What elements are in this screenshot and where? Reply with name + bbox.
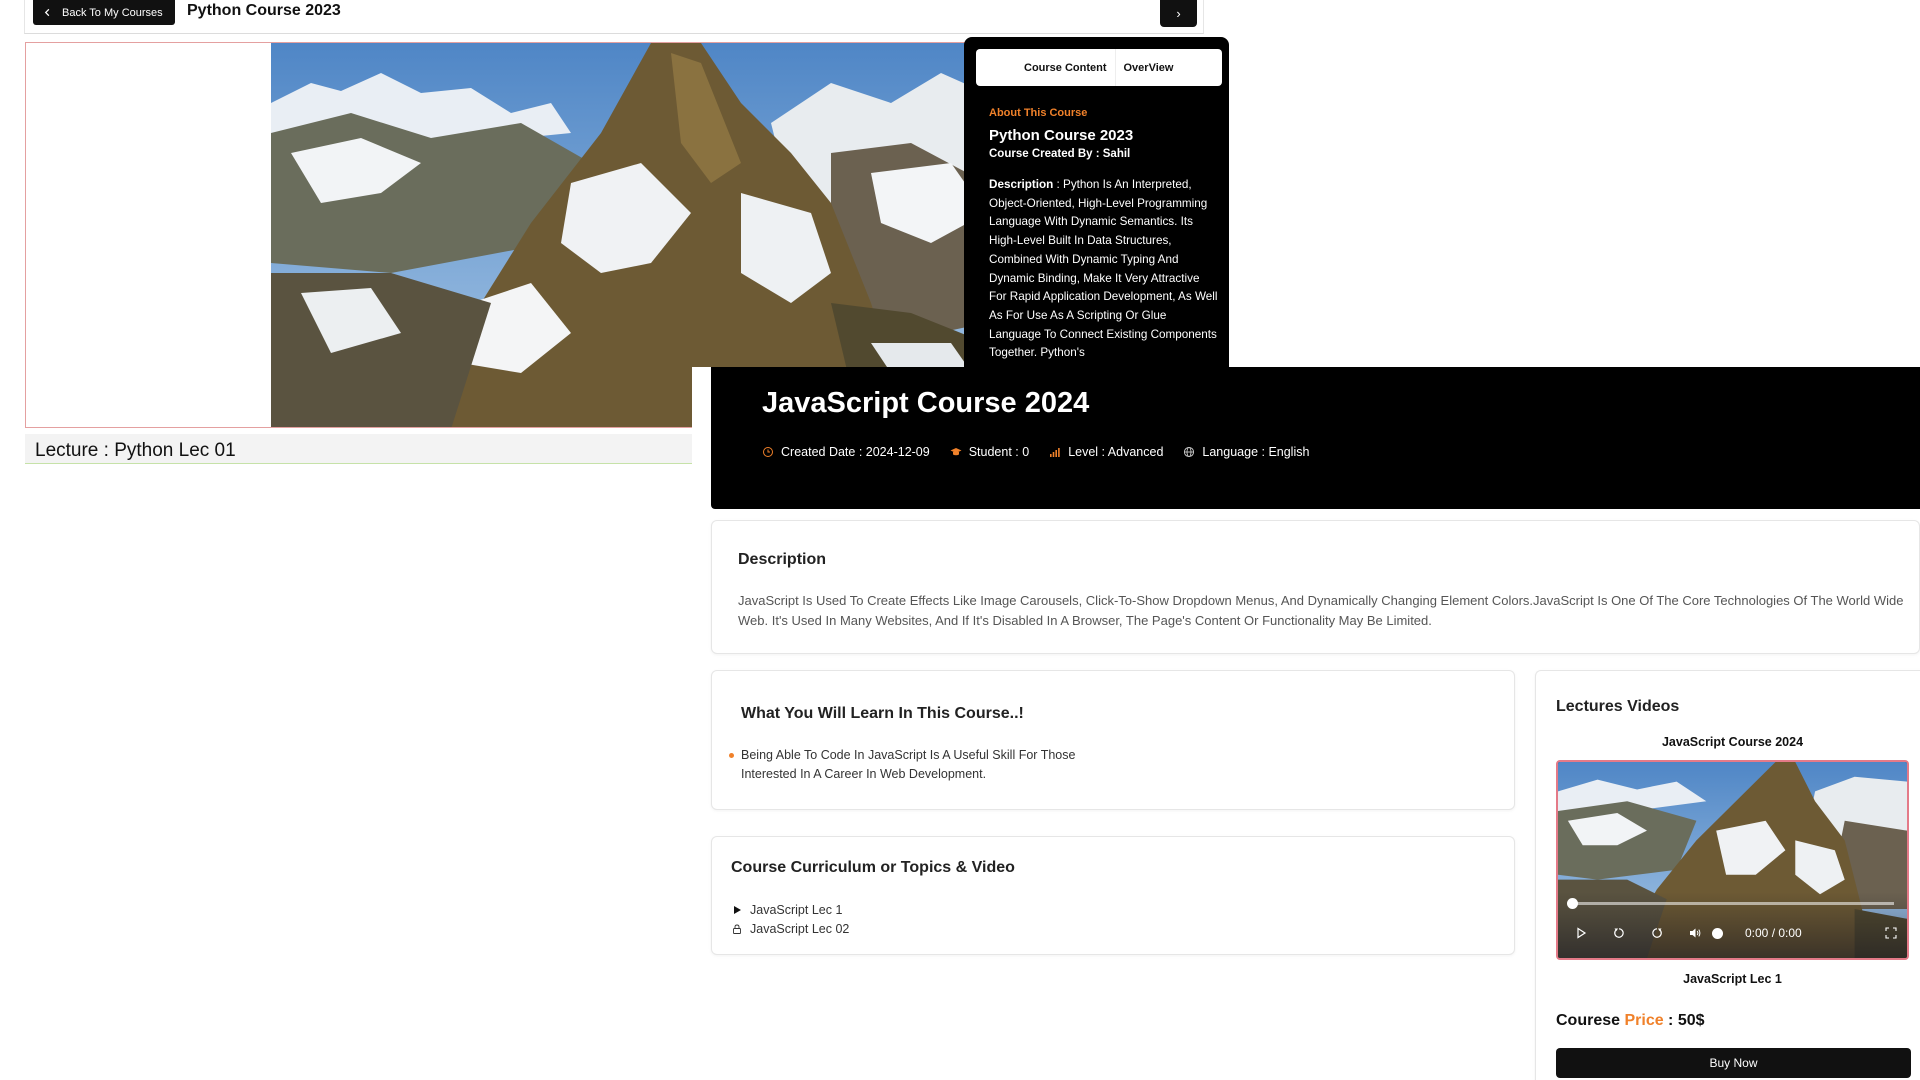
description-label: Description bbox=[989, 178, 1054, 191]
about-course-title: Python Course 2023 bbox=[989, 127, 1134, 144]
volume-slider-knob[interactable] bbox=[1712, 927, 1723, 939]
curriculum-card: Course Curriculum or Topics & Video Java… bbox=[711, 836, 1515, 955]
play-icon bbox=[734, 905, 741, 914]
volume-icon bbox=[1690, 928, 1701, 938]
learning-outcomes-heading: What You Will Learn In This Course..! bbox=[741, 705, 1024, 722]
course-author: Course Created By : Sahil bbox=[989, 148, 1131, 160]
clock-icon bbox=[763, 447, 773, 457]
chevron-right-icon: › bbox=[1176, 6, 1181, 21]
lectures-videos-heading: Lectures Videos bbox=[1556, 698, 1680, 715]
description-text: : Python Is An Interpreted, Object-Orien… bbox=[989, 178, 1218, 360]
about-label: About This Course bbox=[989, 107, 1088, 119]
preview-video-player[interactable]: 0:00 / 0:00 bbox=[1556, 760, 1909, 960]
description-heading: Description bbox=[738, 551, 827, 568]
rewind-icon bbox=[1614, 928, 1624, 938]
learning-outcome-item: Being Able To Code In JavaScript Is A Us… bbox=[729, 746, 1129, 784]
tab-course-content[interactable]: Course Content bbox=[1016, 49, 1116, 86]
forward-button[interactable] bbox=[1648, 924, 1666, 942]
back-to-courses-button[interactable]: Back To My Courses bbox=[33, 0, 175, 25]
lecture-course-name: JavaScript Course 2024 bbox=[1661, 735, 1804, 749]
bullet-dot-icon bbox=[729, 753, 734, 758]
play-outline-icon bbox=[1577, 927, 1587, 939]
globe-icon bbox=[1184, 446, 1195, 458]
volume-button[interactable] bbox=[1686, 924, 1704, 942]
description-body: JavaScript Is Used To Create Effects Lik… bbox=[738, 593, 1904, 628]
course-price: Courese Price : 50$ bbox=[1556, 1012, 1705, 1030]
tab-overview[interactable]: OverView bbox=[1116, 49, 1182, 86]
created-date-text: Created Date : 2024-12-09 bbox=[781, 445, 930, 459]
lectures-videos-card: Lectures Videos JavaScript Course 2024 0… bbox=[1535, 670, 1920, 1080]
curriculum-item-label: JavaScript Lec 02 bbox=[750, 921, 850, 936]
back-button-label: Back To My Courses bbox=[62, 6, 163, 19]
description-card: Description JavaScript Is Used To Create… bbox=[711, 520, 1920, 654]
learning-outcomes-card: What You Will Learn In This Course..! Be… bbox=[711, 670, 1515, 810]
buy-now-button[interactable]: Buy Now bbox=[1556, 1048, 1911, 1078]
python-topbar: Back To My Courses Python Course 2023 › bbox=[24, 0, 1204, 34]
progress-knob[interactable] bbox=[1567, 898, 1578, 909]
fullscreen-button[interactable] bbox=[1882, 924, 1900, 942]
controls-row: 0:00 / 0:00 bbox=[1572, 923, 1900, 943]
curriculum-item-lec-02[interactable]: JavaScript Lec 02 bbox=[732, 919, 849, 938]
curriculum-item-lec-1[interactable]: JavaScript Lec 1 bbox=[732, 900, 849, 919]
student-count-text: Student : 0 bbox=[968, 445, 1030, 459]
about-course-section: About This Course Python Course 2023 Cou… bbox=[989, 107, 1219, 363]
price-prefix: Courese bbox=[1556, 1012, 1625, 1029]
course-level-text: Level : Advanced bbox=[1068, 445, 1164, 459]
lock-icon bbox=[733, 924, 741, 934]
course-meta: Created Date : 2024-12-09 Student : 0 Le… bbox=[762, 445, 1309, 459]
course-hero: JavaScript Course 2024 Created Date : 20… bbox=[711, 367, 1920, 509]
current-lecture-title: Lecture : Python Lec 01 bbox=[25, 434, 695, 464]
video-progress-bar[interactable] bbox=[1567, 898, 1894, 909]
video-controls: 0:00 / 0:00 bbox=[1558, 892, 1907, 958]
chevron-left-icon bbox=[44, 8, 50, 17]
play-button[interactable] bbox=[1572, 924, 1590, 942]
hero-course-title: JavaScript Course 2024 bbox=[762, 387, 1090, 419]
course-level: Level : Advanced bbox=[1049, 445, 1163, 459]
price-word: Price bbox=[1624, 1012, 1664, 1029]
course-info-panel: Course Content OverView About This Cours… bbox=[964, 37, 1229, 367]
student-count: Student : 0 bbox=[950, 445, 1029, 459]
video-time: 0:00 / 0:00 bbox=[1745, 926, 1802, 940]
graduation-cap-icon bbox=[950, 448, 962, 456]
next-lecture-button[interactable]: › bbox=[1160, 0, 1197, 27]
course-title: Python Course 2023 bbox=[187, 2, 341, 19]
course-language-text: Language : English bbox=[1202, 445, 1310, 459]
panel-tabs: Course Content OverView bbox=[976, 49, 1222, 86]
js-course-window: JavaScript Course 2024 Created Date : 20… bbox=[692, 367, 1920, 1080]
signal-bars-icon bbox=[1050, 448, 1060, 457]
course-description: Description : Python Is An Interpreted, … bbox=[989, 176, 1219, 363]
fullscreen-icon bbox=[1885, 927, 1897, 939]
rewind-button[interactable] bbox=[1610, 924, 1628, 942]
price-value: : 50$ bbox=[1663, 1012, 1705, 1029]
forward-icon bbox=[1652, 928, 1662, 938]
created-date: Created Date : 2024-12-09 bbox=[762, 445, 930, 459]
course-language: Language : English bbox=[1183, 445, 1309, 459]
curriculum-list: JavaScript Lec 1 JavaScript Lec 02 bbox=[732, 900, 849, 938]
learning-outcome-text: Being Able To Code In JavaScript Is A Us… bbox=[741, 748, 1076, 781]
preview-lecture-name: JavaScript Lec 1 bbox=[1683, 972, 1782, 986]
curriculum-heading: Course Curriculum or Topics & Video bbox=[731, 859, 1015, 876]
curriculum-item-label: JavaScript Lec 1 bbox=[750, 902, 843, 917]
